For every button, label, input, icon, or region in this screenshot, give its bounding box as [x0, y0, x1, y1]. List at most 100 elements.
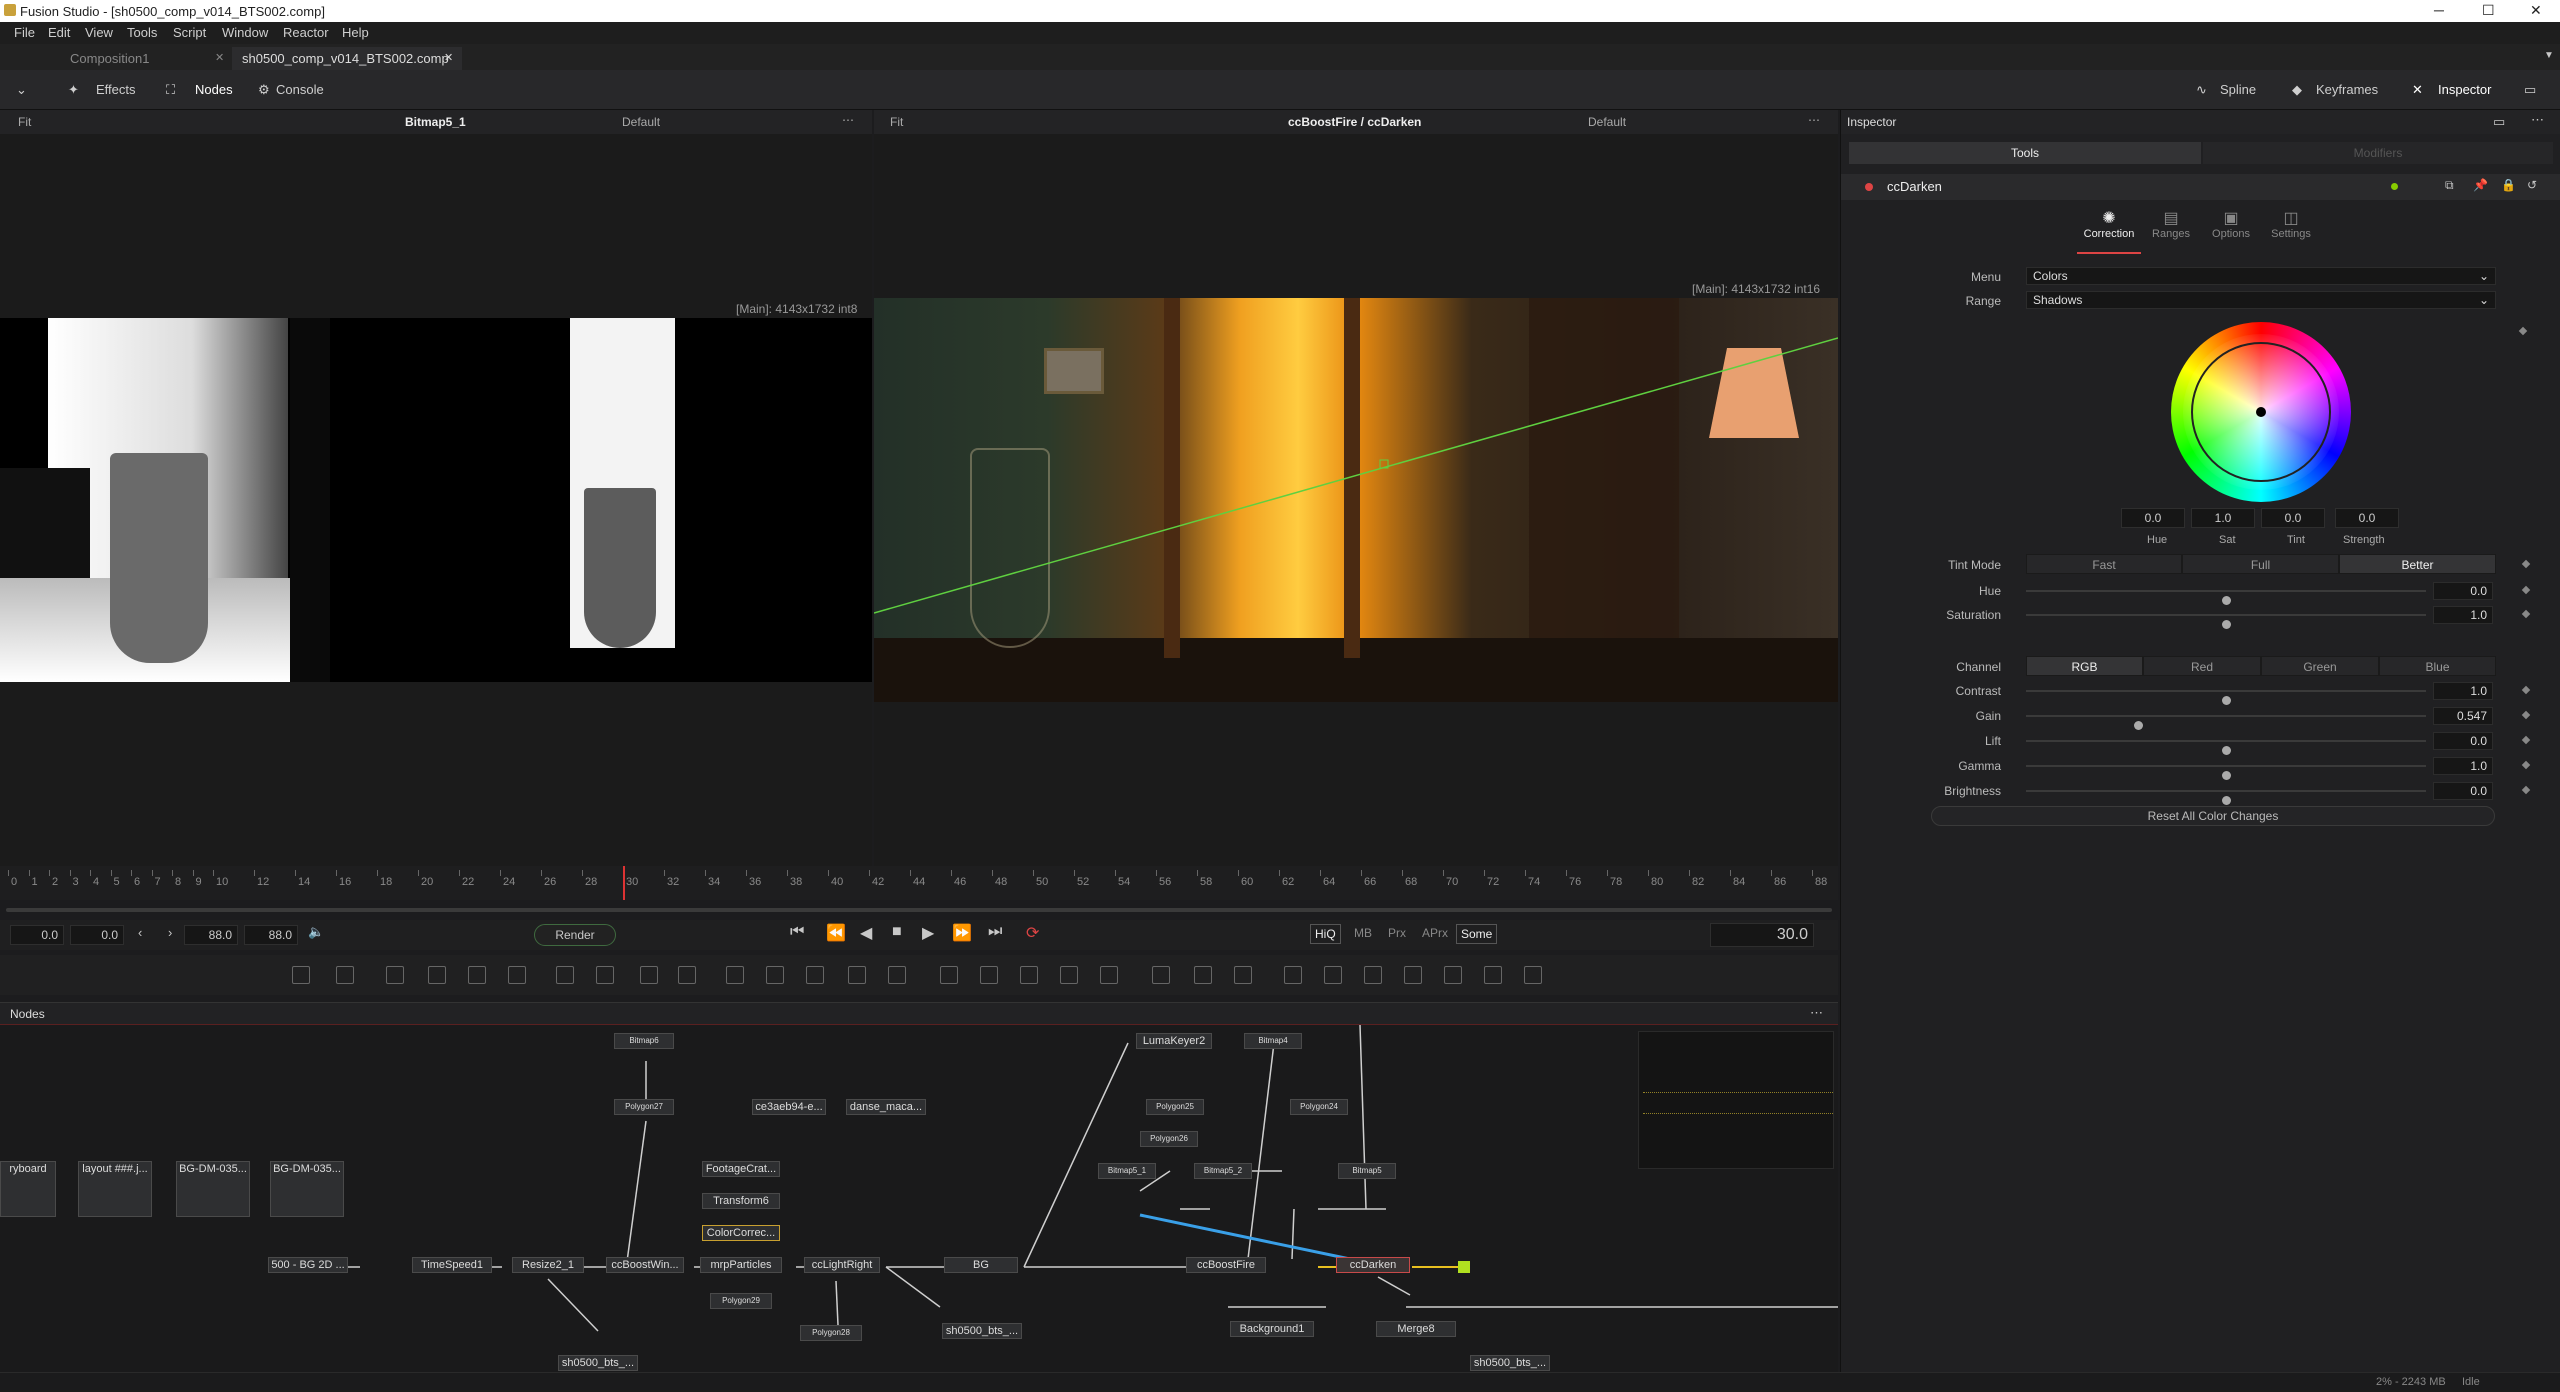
node-ce3aeb94[interactable]: ce3aeb94-e...	[752, 1099, 826, 1115]
reset-all-button[interactable]: Reset All Color Changes	[1931, 806, 2495, 826]
node-danse-maca[interactable]: danse_maca...	[846, 1099, 926, 1115]
close-tab-icon[interactable]: ✕	[444, 51, 453, 64]
some-toggle[interactable]: Some	[1456, 924, 1498, 944]
lift-value[interactable]: 0.0	[2433, 732, 2493, 750]
ellipse-mask-icon[interactable]	[980, 966, 998, 984]
contrast-slider[interactable]	[2026, 690, 2426, 705]
close-tab-icon[interactable]: ✕	[215, 51, 224, 64]
text-tool-icon[interactable]	[468, 966, 486, 984]
go-to-start-icon[interactable]: ⏮	[790, 923, 804, 941]
saturation-slider[interactable]	[2026, 614, 2426, 629]
image-tool-icon[interactable]	[386, 966, 404, 984]
more-options-icon[interactable]: ⋯	[842, 113, 854, 127]
left-viewer-lut[interactable]: Default	[622, 115, 660, 129]
node-bg-2d[interactable]: 500 - BG 2D ...	[268, 1257, 348, 1273]
menu-tools[interactable]: Tools	[127, 25, 157, 40]
playhead[interactable]	[623, 866, 625, 900]
inspector-button[interactable]: Inspector	[2438, 82, 2491, 97]
subtab-options[interactable]: ▣ Options	[2201, 208, 2261, 254]
prx-toggle[interactable]: Prx	[1384, 924, 1410, 942]
brightness-slider-knob[interactable]	[2222, 796, 2231, 805]
gain-slider-knob[interactable]	[2134, 721, 2143, 730]
spline-icon[interactable]: ∿	[2196, 82, 2207, 98]
paint-tool-icon[interactable]	[508, 966, 526, 984]
gamma-slider-knob[interactable]	[2222, 771, 2231, 780]
mb-toggle[interactable]: MB	[1350, 924, 1376, 942]
node-sh0500-bts-c[interactable]: sh0500_bts_...	[1470, 1355, 1550, 1371]
merge-tool-icon[interactable]	[726, 966, 744, 984]
effects-button[interactable]: Effects	[96, 82, 136, 97]
node-bitmap5-1[interactable]: Bitmap5_1	[1098, 1163, 1156, 1179]
text3d-icon[interactable]	[1364, 966, 1382, 984]
step-back-icon[interactable]: ‹	[138, 925, 142, 940]
tab-menu-icon[interactable]: ▼	[2544, 50, 2554, 61]
loop-icon[interactable]: ⟳	[1026, 923, 1039, 943]
color-corrector-icon[interactable]	[678, 966, 696, 984]
inspector-icon[interactable]: ✕	[2412, 82, 2423, 98]
rectangle-mask-icon[interactable]	[940, 966, 958, 984]
saturation-slider-knob[interactable]	[2222, 620, 2231, 629]
maximize-icon[interactable]: ☐	[2482, 2, 2495, 19]
contrast-slider-knob[interactable]	[2222, 696, 2231, 705]
particle-tool-icon[interactable]	[556, 966, 574, 984]
node-polygon24[interactable]: Polygon24	[1290, 1099, 1348, 1115]
fastnoise-tool-icon[interactable]	[428, 966, 446, 984]
step-forward-icon[interactable]: ›	[168, 925, 172, 940]
play-reverse-icon[interactable]: ◀	[860, 923, 872, 943]
node-bitmap5-2[interactable]: Bitmap5_2	[1194, 1163, 1252, 1179]
subtab-settings[interactable]: ◫ Settings	[2261, 208, 2321, 254]
menu-file[interactable]: File	[14, 25, 35, 40]
camera3d-icon[interactable]	[1324, 966, 1342, 984]
transform-tool-icon[interactable]	[848, 966, 866, 984]
node-sh0500-bts-b[interactable]: sh0500_bts_...	[558, 1355, 638, 1371]
channel-blue[interactable]: Blue	[2379, 656, 2496, 676]
node-polygon28[interactable]: Polygon28	[800, 1325, 862, 1341]
menu-help[interactable]: Help	[342, 25, 369, 40]
node-bg-dm-1[interactable]: BG-DM-035...	[176, 1161, 250, 1217]
effects-icon[interactable]: ✦	[68, 82, 79, 98]
keyframe-icon[interactable]	[2521, 710, 2531, 720]
color-wheel[interactable]	[2171, 322, 2351, 502]
go-to-end-icon[interactable]: ⏭	[988, 923, 1002, 941]
glow-tool-icon[interactable]	[640, 966, 658, 984]
node-transform6[interactable]: Transform6	[702, 1193, 780, 1209]
node-bg[interactable]: BG	[944, 1257, 1018, 1273]
gamma-value[interactable]: 1.0	[2433, 757, 2493, 775]
hiq-toggle[interactable]: HiQ	[1310, 924, 1341, 944]
node-footage[interactable]: FootageCrat...	[702, 1161, 780, 1177]
minimize-icon[interactable]: ─	[2434, 2, 2444, 18]
pin-icon[interactable]: 📌	[2473, 178, 2488, 192]
matte-control-icon[interactable]	[806, 966, 824, 984]
wheel-tint-field[interactable]: 0.0	[2261, 508, 2325, 528]
shape3d-icon[interactable]	[1234, 966, 1252, 984]
node-polygon27[interactable]: Polygon27	[614, 1099, 674, 1115]
lift-slider-knob[interactable]	[2222, 746, 2231, 755]
stop-icon[interactable]: ■	[892, 923, 902, 941]
keyframe-icon[interactable]	[2521, 685, 2531, 695]
keyframe-icon[interactable]	[2521, 735, 2531, 745]
tab-composition1[interactable]: Composition1 ✕	[60, 47, 230, 70]
node-polygon26[interactable]: Polygon26	[1140, 1131, 1198, 1147]
keyframe-icon[interactable]	[2521, 559, 2531, 569]
timeline-ruler[interactable]: 0 1 2 3 4 5 6 7 8 9 10 12 14 16 18 20 22 24 26 28 30 32 34 36 38…	[0, 866, 1838, 900]
tracker-icon[interactable]	[1100, 966, 1118, 984]
menu-edit[interactable]: Edit	[48, 25, 70, 40]
node-polygon29[interactable]: Polygon29	[710, 1293, 772, 1309]
tint-mode-full[interactable]: Full	[2182, 554, 2339, 574]
tint-mode-better[interactable]: Better	[2339, 554, 2496, 574]
keyframe-icon[interactable]	[2521, 760, 2531, 770]
tool-enable-icon[interactable]	[1865, 183, 1873, 191]
point-light-icon[interactable]	[1524, 966, 1542, 984]
node-lumakeyer2[interactable]: LumaKeyer2	[1136, 1033, 1212, 1049]
brightness-slider[interactable]	[2026, 790, 2426, 805]
menu-script[interactable]: Script	[173, 25, 206, 40]
merge3d-icon[interactable]	[1284, 966, 1302, 984]
channel-booleans-icon[interactable]	[766, 966, 784, 984]
current-frame-field[interactable]: 30.0	[1710, 923, 1814, 947]
keyframe-icon[interactable]	[2518, 326, 2528, 336]
right-viewer[interactable]: [Main]: 4143x1732 int16	[874, 134, 1838, 866]
channel-green[interactable]: Green	[2261, 656, 2379, 676]
node-bitmap4[interactable]: Bitmap4	[1244, 1033, 1302, 1049]
channel-red[interactable]: Red	[2143, 656, 2261, 676]
menu-select[interactable]: Colors ⌄	[2026, 267, 2496, 285]
